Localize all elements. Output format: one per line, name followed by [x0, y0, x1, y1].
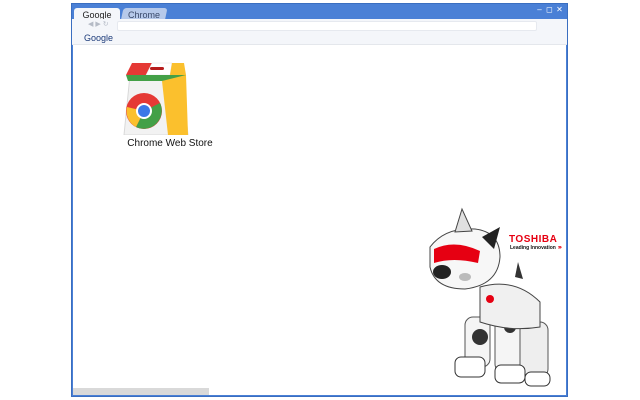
nav-buttons: ◀▶↻: [88, 20, 111, 28]
reload-icon[interactable]: ↻: [103, 21, 111, 28]
close-icon[interactable]: ✕: [556, 5, 563, 15]
minimize-icon[interactable]: –: [536, 5, 543, 15]
tagline-text: Leading Innovation: [510, 245, 556, 251]
horizontal-scrollbar[interactable]: [73, 388, 209, 395]
maximize-icon[interactable]: ◻: [546, 5, 553, 15]
title-bar: Google Chrome – ◻ ✕: [72, 4, 567, 22]
app-label: Chrome Web Store: [127, 138, 213, 149]
forward-icon[interactable]: ▶: [95, 21, 102, 28]
brand-tagline: Leading Innovation ›››: [510, 245, 562, 251]
toshiba-logo: TOSHIBA: [509, 234, 558, 245]
toolbar: ◀▶↻: [72, 19, 567, 31]
tagline-arrows-icon: ›››: [557, 245, 562, 251]
app-chrome-web-store[interactable]: Chrome Web Store: [117, 55, 223, 155]
chrome-web-store-icon: [123, 62, 189, 135]
window-controls: – ◻ ✕: [536, 5, 563, 15]
bookmark-google[interactable]: Google: [84, 32, 113, 44]
bookmarks-bar: Google: [72, 31, 567, 45]
address-bar[interactable]: [117, 21, 537, 31]
